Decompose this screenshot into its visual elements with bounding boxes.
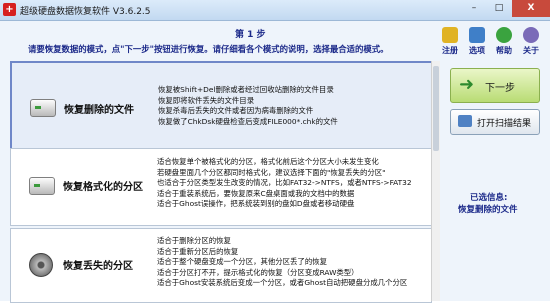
mode-title: 恢复删除的文件 [64, 105, 134, 116]
description-line: 适合于删除分区的恢复 [157, 236, 231, 245]
about-label: 关于 [523, 46, 539, 55]
description-line: 恢复做了ChkDsk硬盘检查后变成FILE000*.chk的文件 [158, 116, 338, 126]
close-button[interactable]: X [512, 0, 550, 17]
open-folder-icon [458, 115, 472, 127]
next-step-label: 下一步 [485, 83, 515, 94]
options-icon [469, 27, 485, 43]
recovery-app-icon: + [3, 3, 16, 16]
about-button[interactable]: 关于 [519, 25, 543, 56]
description-line: 适合于Ghost误操作，把系统装到别的盘如D盘或者移动硬盘 [157, 199, 355, 209]
help-button[interactable]: 帮助 [492, 25, 516, 56]
description-line: 适合恢复单个被格式化的分区，格式化前后这个分区大小未发生变化 [157, 157, 379, 166]
mode-description: 恢复被Shift+Del删除或者经过回收站删除的文件目录 恢复即将软件丢失的文件… [158, 85, 338, 127]
scrollbar-thumb[interactable] [433, 66, 439, 151]
options-button[interactable]: 选项 [465, 25, 489, 56]
window-title: 超级硬盘数据恢复软件 V3.6.2.5 [20, 7, 151, 17]
mode-title: 恢复丢失的分区 [63, 261, 133, 272]
mode-description: 适合恢复单个被格式化的分区，格式化前后这个分区大小未发生变化 若硬盘里面几个分区… [157, 157, 412, 210]
help-icon [496, 27, 512, 43]
description-line: 适合于分区打不开，提示格式化的恢复（分区变成RAW类型） [157, 267, 359, 277]
mode-option-recover-lost-partition[interactable]: 恢复丢失的分区 适合于删除分区的恢复 适合于重新分区后的恢复 适合于整个硬盘变成… [10, 228, 432, 303]
description-line: 适合于重新分区后的恢复 [157, 246, 239, 256]
mode-option-recover-deleted[interactable]: 恢复删除的文件 恢复被Shift+Del删除或者经过回收站删除的文件目录 恢复即… [10, 61, 434, 154]
description-line: 恢复杀毒后丢失的文件或者因为病毒删除的文件 [158, 106, 314, 116]
register-label: 注册 [442, 46, 458, 55]
description-line: 适合于重装系统后，要恢复原来C盘桌面或我的文档中的数据 [157, 188, 355, 198]
next-step-button[interactable]: ➜ 下一步 [450, 68, 540, 103]
open-scan-results-button[interactable]: 打开扫描结果 [450, 109, 540, 135]
mode-title: 恢复格式化的分区 [63, 182, 143, 193]
description-line: 若硬盘里面几个分区都同时格式化，建议选择下面的"恢复丢失的分区" [157, 167, 386, 177]
instruction-text: 请要恢复数据的模式，点"下一步"按钮进行恢复。请仔细看各个模式的说明，选择最合适… [28, 44, 389, 54]
next-arrow-icon: ➜ [459, 74, 475, 95]
main-window: 第 1 步 请要恢复数据的模式，点"下一步"按钮进行恢复。请仔细看各个模式的说明… [0, 21, 550, 303]
title-bar[interactable]: + 超级硬盘数据恢复软件 V3.6.2.5 – □ X [0, 0, 550, 21]
options-label: 选项 [469, 46, 485, 55]
register-button[interactable]: 注册 [438, 25, 462, 56]
mode-description: 适合于删除分区的恢复 适合于重新分区后的恢复 适合于整个硬盘变成一个分区，其他分… [157, 236, 407, 289]
mode-option-recover-formatted[interactable]: 恢复格式化的分区 适合恢复单个被格式化的分区，格式化前后这个分区大小未发生变化 … [10, 148, 432, 226]
selection-value: 恢复删除的文件 [458, 205, 518, 215]
register-icon [442, 27, 458, 43]
description-line: 适合于整个硬盘变成一个分区，其他分区丢了的恢复 [157, 257, 327, 267]
minimize-button[interactable]: – [462, 0, 486, 17]
about-icon [523, 27, 539, 43]
description-line: 也适合于分区类型发生改变的情况，比如FAT32->NTFS，或者NTFS->FA… [157, 178, 412, 188]
hard-drive-icon [29, 177, 55, 195]
selection-label: 已选信息: [470, 193, 508, 203]
description-line: 恢复即将软件丢失的文件目录 [158, 95, 255, 105]
maximize-button[interactable]: □ [487, 0, 511, 17]
toolbar: 注册 选项 帮助 关于 [438, 25, 550, 65]
description-line: 适合于Ghost安装系统后变成一个分区，或者Ghost自动把硬盘分成几个分区 [157, 278, 408, 288]
description-line: 恢复被Shift+Del删除或者经过回收站删除的文件目录 [158, 85, 334, 94]
disk-platter-icon [29, 253, 53, 277]
open-scan-results-label: 打开扫描结果 [477, 119, 532, 129]
hard-drive-icon [30, 99, 56, 117]
help-label: 帮助 [496, 46, 512, 55]
vertical-scrollbar[interactable] [431, 61, 440, 301]
step-title: 第 1 步 [235, 30, 266, 40]
